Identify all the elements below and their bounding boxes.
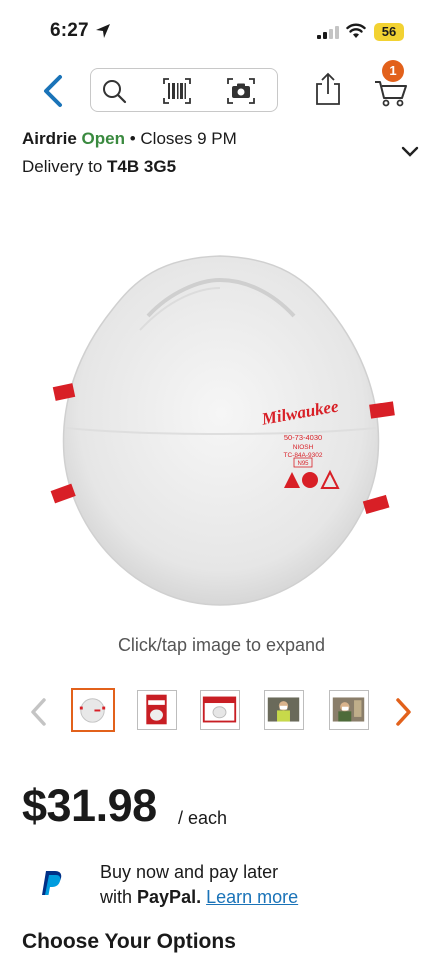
- expand-image-hint[interactable]: Click/tap image to expand: [0, 635, 443, 656]
- delivery-info[interactable]: Delivery to T4B 3G5: [22, 157, 176, 177]
- paypal-line-2-prefix: with: [100, 887, 133, 907]
- paypal-learn-more-link[interactable]: Learn more: [206, 887, 298, 907]
- store-info[interactable]: Airdrie Open • Closes 9 PM: [22, 129, 237, 149]
- store-separator: •: [129, 129, 136, 148]
- thumb-mask-front[interactable]: [71, 688, 115, 732]
- paypal-logo-icon: [42, 871, 62, 895]
- thumb-worker-2[interactable]: [329, 690, 369, 730]
- paypal-promo: Buy now and pay later with PayPal. Learn…: [100, 860, 298, 910]
- mask-rating: N95: [297, 461, 309, 467]
- cart-count-badge: 1: [382, 60, 404, 82]
- share-icon[interactable]: [313, 72, 343, 106]
- status-time: 6:27: [50, 20, 89, 41]
- paypal-line-1: Buy now and pay later: [100, 862, 279, 882]
- wifi-icon: [346, 23, 366, 38]
- battery-indicator: 56: [374, 23, 404, 41]
- mask-cert-1: NIOSH: [293, 444, 314, 451]
- price-unit: / each: [178, 808, 228, 828]
- location-arrow-icon: [96, 24, 110, 38]
- back-chevron-icon[interactable]: [40, 74, 66, 108]
- product-price: $31.98: [22, 780, 157, 831]
- delivery-label: Delivery to: [22, 157, 103, 176]
- thumb-package[interactable]: [137, 690, 177, 730]
- camera-icon[interactable]: [227, 78, 255, 104]
- chevron-down-icon[interactable]: [401, 146, 419, 158]
- paypal-brand: PayPal.: [137, 887, 202, 907]
- thumb-box[interactable]: [200, 690, 240, 730]
- choose-options-heading: Choose Your Options: [22, 930, 236, 953]
- thumbnails-prev-icon[interactable]: [28, 697, 48, 727]
- search-icon[interactable]: [101, 78, 127, 104]
- store-closing-time: Closes 9 PM: [140, 129, 237, 148]
- barcode-scan-icon[interactable]: [163, 78, 191, 104]
- delivery-postal-code: T4B 3G5: [107, 157, 177, 176]
- store-open-status: Open: [81, 129, 125, 148]
- mask-part-number: 50-73-4030: [284, 433, 322, 442]
- store-name: Airdrie: [22, 129, 77, 148]
- thumbnails-next-icon[interactable]: [394, 697, 414, 727]
- product-image[interactable]: Milwaukee 50-73-4030 NIOSH TC-84A-9302 N…: [40, 250, 402, 610]
- thumb-worker-1[interactable]: [264, 690, 304, 730]
- cellular-signal-icon: [317, 26, 339, 39]
- search-bar[interactable]: [90, 68, 278, 112]
